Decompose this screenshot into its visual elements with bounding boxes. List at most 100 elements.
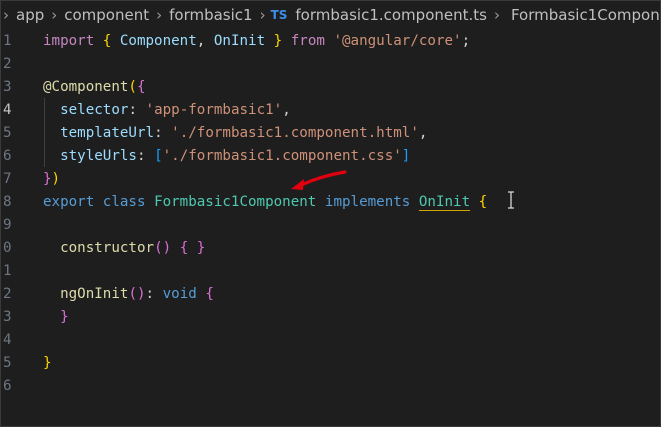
code-editor[interactable]: 1 import { Component, OnInit } from '@ang… <box>1 29 660 426</box>
code-token: constructor <box>60 240 155 256</box>
code-line[interactable]: 4 <box>1 329 660 352</box>
breadcrumb-item-formbasic1[interactable]: formbasic1 <box>167 6 254 24</box>
breadcrumb-item-component[interactable]: component <box>62 6 151 24</box>
code-token: } <box>43 355 52 371</box>
code-text[interactable]: export class Formbasic1Component impleme… <box>43 191 487 214</box>
code-text[interactable]: styleUrls: ['./formbasic1.component.css'… <box>43 145 410 168</box>
code-token: './formbasic1.component.css' <box>162 148 402 164</box>
code-token: } <box>43 171 52 187</box>
code-token: [ <box>154 148 163 164</box>
code-token: class <box>102 194 146 210</box>
chevron-right-icon: › <box>259 6 266 24</box>
line-number: 5 <box>3 125 12 141</box>
code-line[interactable]: 5 templateUrl: './formbasic1.component.h… <box>1 122 660 145</box>
code-token: Component <box>119 33 197 49</box>
code-line[interactable]: 2 ngOnInit(): void { <box>1 283 660 306</box>
code-line[interactable]: 6 styleUrls: ['./formbasic1.component.cs… <box>1 145 660 168</box>
code-token: : <box>145 286 163 302</box>
code-token: } <box>196 240 206 256</box>
code-line[interactable]: 1 import { Component, OnInit } from '@ang… <box>1 30 660 53</box>
typescript-file-icon: TS <box>270 8 288 22</box>
code-token: () <box>128 286 146 302</box>
code-text[interactable]: }) <box>43 168 60 191</box>
chevron-right-icon: › <box>51 6 58 24</box>
chevron-right-icon: › <box>3 6 9 24</box>
line-number: 0 <box>3 240 12 256</box>
code-line[interactable]: 3 @Component({ <box>1 76 660 99</box>
line-number: 3 <box>3 309 12 325</box>
code-line[interactable]: 0 constructor() { } <box>1 237 660 260</box>
chevron-right-icon: › <box>493 6 500 24</box>
code-token: ( <box>128 79 137 95</box>
line-number: 6 <box>3 148 12 164</box>
code-line[interactable]: 6 <box>1 375 660 398</box>
code-token: ) <box>51 171 61 187</box>
code-token: ; <box>461 33 471 49</box>
code-text[interactable]: templateUrl: './formbasic1.component.htm… <box>43 122 427 145</box>
editor-window: › app › component › formbasic1 › TS form… <box>0 0 661 427</box>
code-token: { <box>205 286 214 302</box>
code-token: : <box>128 102 146 118</box>
code-token: './formbasic1.component.html' <box>171 125 419 141</box>
line-number: 5 <box>3 355 12 371</box>
code-text[interactable]: ngOnInit(): void { <box>43 283 214 306</box>
code-token: from <box>290 33 325 49</box>
code-token: OnInit <box>213 33 266 49</box>
code-line[interactable]: 4 selector: 'app-formbasic1', <box>1 99 660 122</box>
code-text[interactable]: } <box>43 306 69 329</box>
breadcrumb-symbol[interactable]: Formbasic1Component <box>509 6 660 24</box>
code-line[interactable]: 1 <box>1 260 660 283</box>
line-number: 9 <box>3 217 12 233</box>
code-line[interactable]: 8 export class Formbasic1Component implem… <box>1 191 660 214</box>
red-arrow-annotation <box>291 170 347 190</box>
code-token: () <box>154 240 172 256</box>
code-token: { <box>179 240 189 256</box>
code-token: { <box>136 79 146 95</box>
line-number: 2 <box>3 56 12 72</box>
code-text[interactable]: constructor() { } <box>43 237 205 260</box>
code-text[interactable]: selector: 'app-formbasic1', <box>43 99 291 122</box>
code-line[interactable]: 5} <box>1 352 660 375</box>
chevron-right-icon: › <box>156 6 163 24</box>
code-token: implements <box>324 194 411 210</box>
code-token: 'app-formbasic1' <box>145 102 283 118</box>
code-line[interactable]: 2 <box>1 53 660 76</box>
code-line[interactable]: 3 } <box>1 306 660 329</box>
line-number: 4 <box>3 332 12 348</box>
line-number: 8 <box>3 194 12 210</box>
code-token: } <box>60 309 69 325</box>
code-token: ngOnInit <box>60 286 129 302</box>
code-line[interactable]: 9 <box>1 214 660 237</box>
code-token: , <box>196 33 214 49</box>
line-number: 4 <box>3 102 12 118</box>
breadcrumb-item-app[interactable]: app <box>14 6 46 24</box>
code-token: { <box>478 194 488 210</box>
code-token: , <box>282 102 291 118</box>
code-token: export <box>43 194 95 210</box>
code-token: OnInit <box>418 194 471 211</box>
line-number: 2 <box>3 286 12 302</box>
line-number: 1 <box>3 33 12 49</box>
code-text[interactable]: import { Component, OnInit } from '@angu… <box>43 30 470 53</box>
line-number: 7 <box>3 171 12 187</box>
code-text[interactable]: } <box>43 352 52 375</box>
code-token: Formbasic1Component <box>154 194 317 210</box>
breadcrumb-file[interactable]: formbasic1.component.ts <box>293 6 489 24</box>
code-token: } <box>273 33 283 49</box>
code-token: void <box>162 286 197 302</box>
code-text[interactable]: @Component({ <box>43 76 146 99</box>
code-token: , <box>418 125 428 141</box>
